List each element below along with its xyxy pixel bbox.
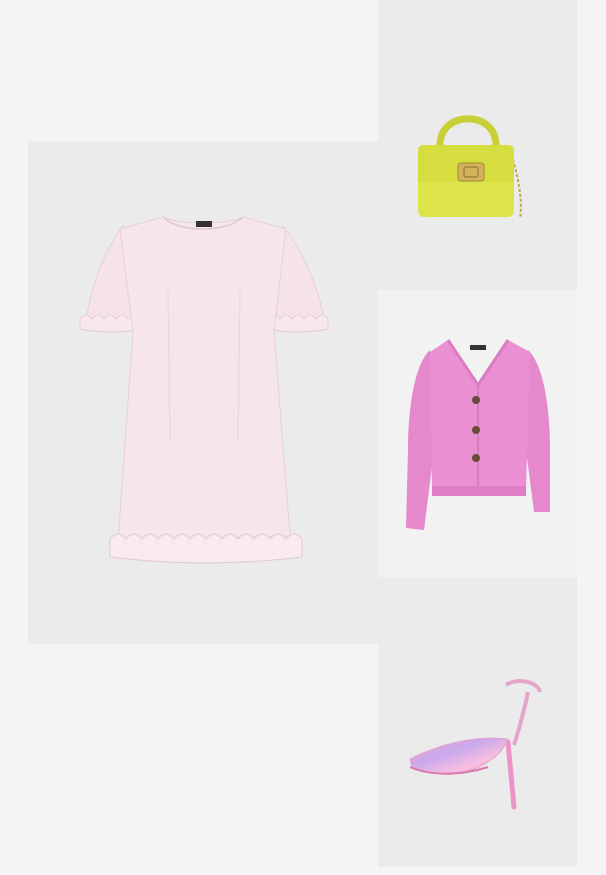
product-image-heel[interactable] [378, 577, 577, 867]
product-image-bag[interactable] [378, 0, 577, 290]
cardigan-illustration [406, 339, 550, 530]
product-image-dress[interactable] [28, 141, 378, 644]
heel-illustration [409, 679, 542, 810]
product-image-cardigan[interactable] [378, 290, 577, 577]
bag-illustration [418, 115, 522, 219]
dress-illustration [79, 216, 329, 564]
